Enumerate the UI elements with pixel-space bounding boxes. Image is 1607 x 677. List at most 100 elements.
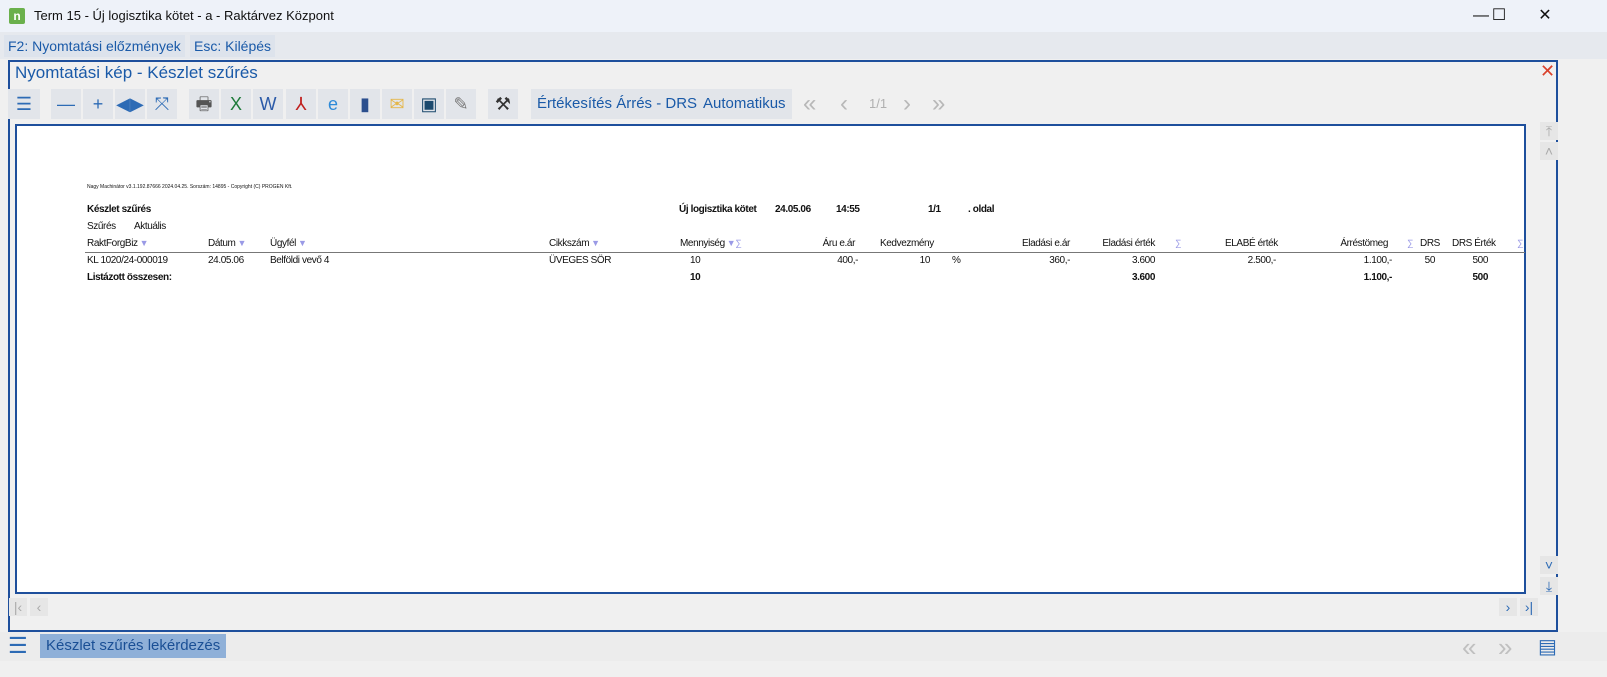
next-tab-icon[interactable]: » — [1498, 632, 1512, 663]
filter-label: Szűrés — [87, 221, 116, 232]
column-header: RaktForgBiz ▼ — [87, 238, 149, 249]
col-datum[interactable]: Dátum — [208, 238, 236, 249]
cell-arrestomeg: 1.100,- — [1363, 255, 1393, 266]
column-header: Mennyiség ▼∑ — [680, 238, 742, 249]
report-page-suffix: . oldal — [968, 204, 995, 215]
fit-width-icon[interactable]: ◀▶ — [115, 89, 145, 119]
scroll-down-icon[interactable]: ˅ — [1540, 556, 1558, 574]
footer-bar — [0, 632, 1607, 661]
menu-bar: F2: Nyomtatási előzmények Esc: Kilépés ●… — [0, 32, 1607, 90]
page-indicator: 1/1 — [869, 96, 888, 111]
prev-tab-icon[interactable]: « — [1462, 632, 1476, 663]
report-volume: Új logisztika kötet — [679, 204, 757, 215]
exit-button[interactable]: Esc: Kilépés — [190, 35, 276, 57]
cell-kedvezmeny: 10 — [919, 255, 931, 266]
cell-kedvezmeny-unit: % — [952, 255, 961, 266]
col-mennyiseg[interactable]: Mennyiség — [680, 238, 725, 249]
col-arrestomeg[interactable]: Árréstömeg — [1340, 238, 1388, 249]
col-elabe-ertek[interactable]: ELABÉ érték — [1225, 238, 1278, 249]
scroll-up-icon[interactable]: ˄ — [1540, 142, 1558, 160]
print-history-button[interactable]: F2: Nyomtatási előzmények — [4, 35, 185, 57]
col-drs-ertek[interactable]: DRS Érték — [1452, 238, 1496, 249]
menu-icon[interactable]: ☰ — [8, 89, 40, 119]
col-cikkszam[interactable]: Cikkszám — [549, 238, 590, 249]
total-eladasi-ertek: 3.600 — [1131, 272, 1155, 283]
report-type-button[interactable]: Értékesítés Árrés - DRS — [531, 89, 704, 119]
copyright-line: Nagy Machinátor v3.1.192.87666 2024.04.2… — [87, 184, 293, 190]
filter-icon[interactable]: ▼∑ — [727, 238, 742, 248]
maximize-button[interactable]: ☐ — [1476, 4, 1522, 28]
report-page-number: 1/1 — [928, 204, 941, 215]
cell-drs: 50 — [1424, 255, 1436, 266]
col-drs[interactable]: DRS — [1420, 238, 1440, 249]
window-title: Term 15 - Új logisztika kötet - a - Rakt… — [34, 8, 334, 23]
sum-icon[interactable]: ∑ — [1517, 238, 1523, 248]
title-bar: n Term 15 - Új logisztika kötet - a - Ra… — [0, 0, 1607, 32]
close-button[interactable]: ✕ — [1522, 4, 1568, 28]
cell-eladasi-ertek: 3.600 — [1131, 255, 1155, 266]
report-time: 14:55 — [836, 204, 860, 215]
filter-icon[interactable]: ▼ — [237, 238, 246, 248]
printer-icon[interactable]: 🖶 — [189, 89, 219, 119]
sum-icon[interactable]: ∑ — [1407, 238, 1413, 248]
col-aru-ear[interactable]: Áru e.ár — [823, 238, 856, 249]
col-kedvezmeny[interactable]: Kedvezmény — [880, 238, 934, 249]
scroll-top-icon[interactable]: ⤒ — [1540, 122, 1558, 140]
mode-button[interactable]: Automatikus — [697, 89, 792, 119]
filter-icon[interactable]: ▼ — [591, 238, 600, 248]
scroll-first-icon[interactable]: |‹ — [9, 598, 27, 616]
total-label: Listázott összesen: — [87, 272, 172, 283]
column-header: Cikkszám ▼ — [549, 238, 600, 249]
cell-cikkszam: ÜVEGES SÖR — [549, 255, 612, 266]
app-icon: n — [9, 8, 25, 24]
sum-icon[interactable]: ∑ — [1175, 238, 1181, 248]
calculator-icon[interactable]: ▤ — [1538, 634, 1557, 659]
email-icon[interactable]: ✉ — [382, 89, 412, 119]
report-date: 24.05.06 — [775, 204, 811, 215]
cell-mennyiseg: 10 — [690, 255, 701, 266]
excel-icon[interactable]: X — [221, 89, 251, 119]
report-title: Készlet szűrés — [87, 204, 151, 215]
header-divider — [85, 252, 1525, 253]
cell-eladasi-ear: 360,- — [1049, 255, 1070, 266]
fit-page-icon[interactable]: ⤧ — [147, 89, 177, 119]
cell-elabe-ertek: 2.500,- — [1247, 255, 1277, 266]
filter-value: Aktuális — [134, 221, 166, 232]
total-arrestomeg: 1.100,- — [1363, 272, 1393, 283]
footer-menu-icon[interactable]: ☰ — [8, 634, 28, 658]
browser-icon[interactable]: e — [318, 89, 348, 119]
col-eladasi-ertek[interactable]: Eladási érték — [1102, 238, 1155, 249]
close-preview-icon[interactable]: ✕ — [1540, 61, 1555, 82]
last-page-icon[interactable]: » — [932, 89, 945, 119]
scroll-left-icon[interactable]: ‹ — [30, 598, 48, 616]
cell-biz: KL 1020/24-000019 — [87, 255, 168, 266]
query-tab[interactable]: Készlet szűrés lekérdezés — [40, 634, 227, 658]
cell-datum: 24.05.06 — [208, 255, 244, 266]
tools-icon[interactable]: ⚒ — [488, 89, 518, 119]
filter-icon[interactable]: ▼ — [140, 238, 149, 248]
col-eladasi-ear[interactable]: Eladási e.ár — [1022, 238, 1070, 249]
zoom-in-icon[interactable]: + — [83, 89, 113, 119]
scroll-bottom-icon[interactable]: ⤓ — [1540, 577, 1558, 595]
total-drs-ertek: 500 — [1472, 272, 1489, 283]
cell-ugyfel: Belföldi vevő 4 — [270, 255, 330, 266]
zoom-out-icon[interactable]: — — [51, 89, 81, 119]
next-page-icon[interactable]: › — [903, 89, 911, 119]
total-mennyiseg: 10 — [690, 272, 701, 283]
filter-icon[interactable]: ▼ — [298, 238, 307, 248]
report-page — [15, 124, 1526, 594]
word-icon[interactable]: W — [253, 89, 283, 119]
column-header: Dátum ▼ — [208, 238, 246, 249]
prev-page-icon[interactable]: ‹ — [840, 89, 848, 119]
pdf-icon[interactable]: ⅄ — [286, 89, 316, 119]
archive-icon[interactable]: ▣ — [414, 89, 444, 119]
col-ugyfel[interactable]: Ügyfél — [270, 238, 296, 249]
first-page-icon[interactable]: « — [803, 89, 816, 119]
column-header: Ügyfél ▼ — [270, 238, 307, 249]
monitor-icon[interactable]: ▮ — [350, 89, 380, 119]
scroll-right-icon[interactable]: › — [1499, 598, 1517, 616]
edit-icon[interactable]: ✎ — [446, 89, 476, 119]
cell-drs-ertek: 500 — [1472, 255, 1489, 266]
col-raktforgbiz[interactable]: RaktForgBiz — [87, 238, 138, 249]
scroll-last-icon[interactable]: ›| — [1520, 598, 1538, 616]
